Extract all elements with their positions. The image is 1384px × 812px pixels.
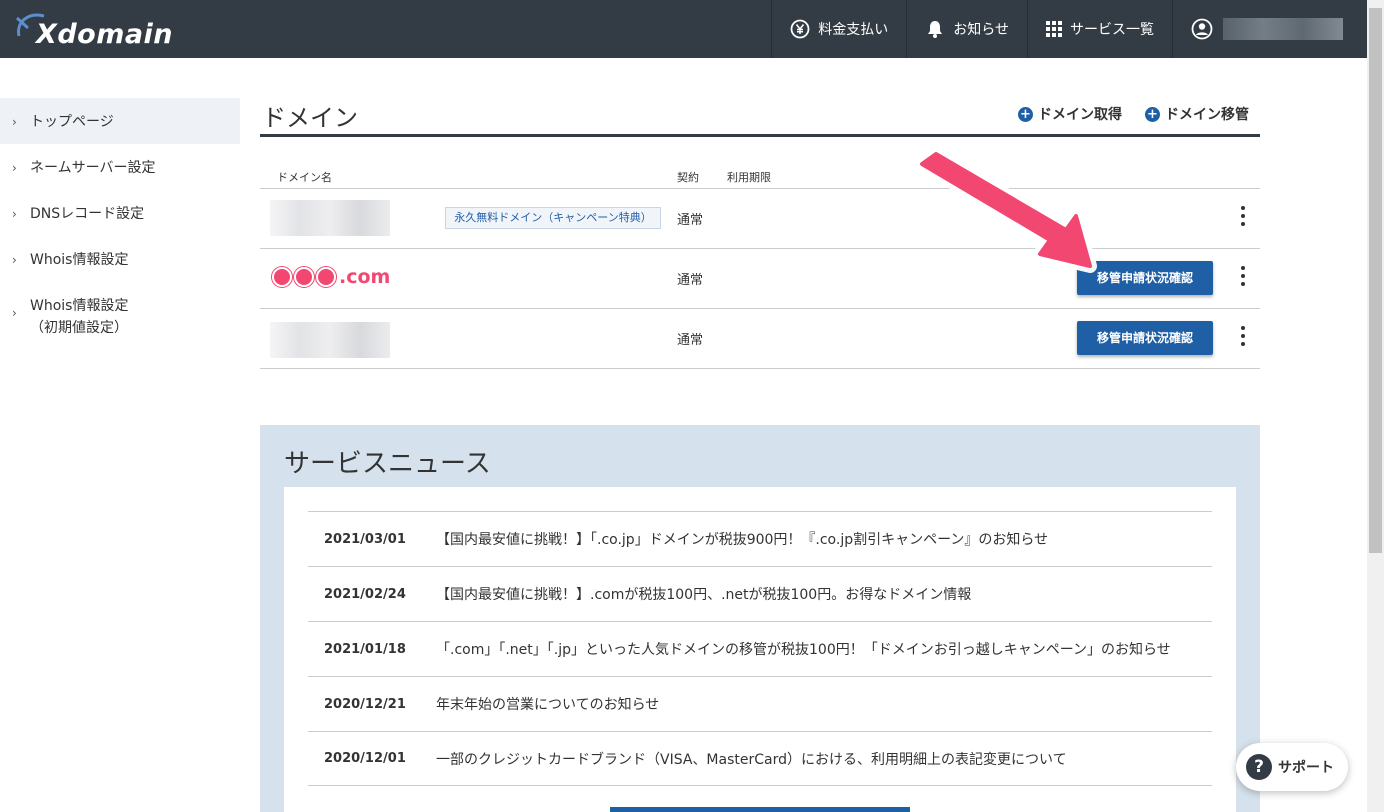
sidebar-item-label: Whois情報設定	[30, 252, 129, 268]
user-name-redacted	[1223, 18, 1343, 40]
transfer-status-button[interactable]: 移管申請状況確認	[1077, 321, 1213, 355]
notice-nav[interactable]: お知らせ	[906, 0, 1027, 58]
user-menu[interactable]	[1172, 0, 1367, 58]
annotation-arrow-icon	[915, 150, 1097, 273]
domain-name-redacted[interactable]	[270, 322, 390, 358]
column-header-domain: ドメイン名	[277, 171, 332, 184]
row-divider	[260, 368, 1260, 369]
payment-label: 料金支払い	[818, 22, 889, 38]
bell-icon	[928, 21, 943, 38]
news-text: 年末年始の営業についてのお知らせ	[436, 697, 660, 713]
transfer-domain-link[interactable]: + ドメイン移管	[1145, 104, 1249, 124]
news-item[interactable]: 2020/12/21 年末年始の営業についてのお知らせ	[308, 676, 1212, 731]
news-item[interactable]: 2021/01/18 「.com」「.net」「.jp」といった人気ドメインの移…	[308, 621, 1212, 676]
news-date: 2020/12/21	[324, 696, 406, 712]
news-date: 2021/01/18	[324, 641, 406, 657]
domain-name-placeholder[interactable]: .com	[272, 262, 390, 292]
sidebar-item-whois-default[interactable]: › Whois情報設定 （初期値設定）	[0, 282, 240, 348]
news-text: 【国内最安値に挑戦！】「.co.jp」ドメインが税抜900円！『.co.jp割引…	[436, 532, 1049, 548]
sidebar-item-label: ネームサーバー設定	[30, 160, 156, 176]
news-date: 2021/03/01	[324, 531, 406, 547]
user-icon	[1191, 18, 1213, 40]
page-title: ドメイン	[262, 104, 358, 132]
news-text: 【国内最安値に挑戦！】.comが税抜100円、.netが税抜100円。お得なドメ…	[436, 587, 972, 603]
yen-icon	[790, 19, 810, 39]
chevron-right-icon: ›	[12, 306, 17, 320]
chevron-right-icon: ›	[12, 253, 17, 267]
news-text: 一部のクレジットカードブランド（VISA、MasterCard）における、利用明…	[436, 751, 1067, 768]
news-text: 「.com」「.net」「.jp」といった人気ドメインの移管が税抜100円！「ド…	[436, 642, 1171, 658]
title-divider	[260, 134, 1260, 137]
news-item[interactable]: 2020/12/01 一部のクレジットカードブランド（VISA、MasterCa…	[308, 731, 1212, 786]
support-label: サポート	[1278, 760, 1334, 776]
more-options-icon[interactable]	[1236, 326, 1250, 350]
header-nav: 料金支払い お知らせ サービス一覧	[771, 0, 1367, 58]
news-item[interactable]: 2021/02/24 【国内最安値に挑戦！】.comが税抜100円、.netが税…	[308, 566, 1212, 621]
news-more-button[interactable]	[610, 807, 910, 812]
add-domain-label: ドメイン取得	[1038, 107, 1122, 123]
services-label: サービス一覧	[1070, 22, 1154, 38]
column-header-contract: 契約	[677, 171, 699, 184]
service-news-panel: サービスニュース 2021/03/01 【国内最安値に挑戦！】「.co.jp」ド…	[260, 425, 1260, 812]
circle-mark	[294, 267, 314, 287]
support-button[interactable]: ? サポート	[1236, 743, 1348, 791]
circle-mark	[272, 267, 292, 287]
sidebar-item-whois[interactable]: › Whois情報設定	[0, 236, 240, 282]
domain-name-redacted[interactable]	[270, 200, 390, 236]
add-domain-link[interactable]: + ドメイン取得	[1018, 104, 1122, 124]
logo-text: Xdomain	[36, 19, 174, 50]
grid-icon	[1046, 21, 1062, 37]
contract-status: 通常	[677, 273, 704, 288]
news-list: 2021/03/01 【国内最安値に挑戦！】「.co.jp」ドメインが税抜900…	[284, 487, 1236, 812]
notice-label: お知らせ	[953, 22, 1009, 38]
chevron-right-icon: ›	[12, 161, 17, 175]
chevron-right-icon: ›	[12, 207, 17, 221]
circle-mark	[316, 267, 336, 287]
xdomain-logo[interactable]: Xdomain	[14, 8, 204, 50]
row-divider	[260, 308, 1260, 309]
campaign-badge: 永久無料ドメイン（キャンペーン特典）	[445, 207, 661, 229]
contract-status: 通常	[677, 213, 704, 228]
contract-status: 通常	[677, 333, 704, 348]
more-options-icon[interactable]	[1236, 206, 1250, 230]
column-header-expiry: 利用期限	[727, 171, 771, 184]
transfer-domain-label: ドメイン移管	[1165, 107, 1249, 123]
news-date: 2021/02/24	[324, 586, 406, 602]
sidebar-item-top[interactable]: › トップページ	[0, 98, 240, 144]
more-options-icon[interactable]	[1236, 266, 1250, 290]
sidebar-item-label: トップページ	[30, 114, 114, 130]
news-title: サービスニュース	[284, 449, 491, 479]
sidebar-item-sublabel: （初期値設定）	[30, 320, 128, 336]
domain-tld: .com	[339, 266, 391, 288]
scrollbar-thumb[interactable]	[1369, 8, 1382, 553]
sidebar-item-nameserver[interactable]: › ネームサーバー設定	[0, 144, 240, 190]
plus-circle-icon: +	[1018, 106, 1033, 122]
payment-nav[interactable]: 料金支払い	[771, 0, 906, 58]
sidebar-item-label: Whois情報設定	[30, 298, 129, 314]
sidebar-item-dns[interactable]: › DNSレコード設定	[0, 190, 240, 236]
sidebar: › トップページ › ネームサーバー設定 › DNSレコード設定 › Whois…	[0, 98, 240, 348]
plus-circle-icon: +	[1145, 106, 1160, 122]
top-header: Xdomain 料金支払い お知らせ サービス一覧	[0, 0, 1367, 58]
news-date: 2020/12/01	[324, 751, 406, 766]
services-nav[interactable]: サービス一覧	[1027, 0, 1172, 58]
news-item[interactable]: 2021/03/01 【国内最安値に挑戦！】「.co.jp」ドメインが税抜900…	[308, 511, 1212, 566]
sidebar-item-label: DNSレコード設定	[30, 206, 145, 222]
chevron-right-icon: ›	[12, 115, 17, 129]
question-icon: ?	[1246, 754, 1272, 780]
